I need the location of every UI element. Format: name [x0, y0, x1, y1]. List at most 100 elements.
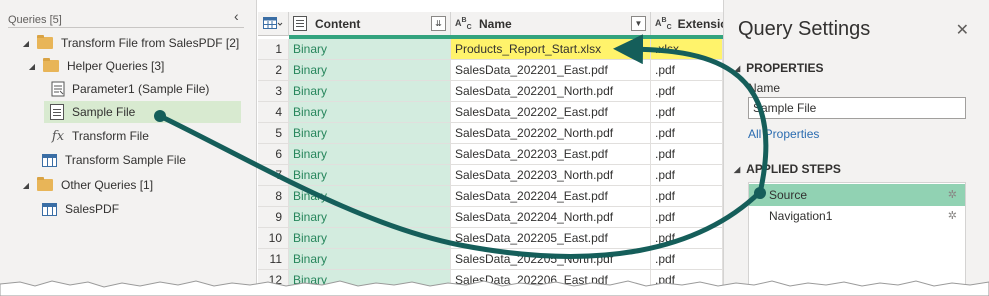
all-properties-link[interactable]: All Properties	[748, 127, 819, 141]
extension-cell[interactable]: .pdf	[651, 144, 723, 165]
extension-cell[interactable]: .pdf	[651, 81, 723, 102]
tree-item-label: SalesPDF	[65, 202, 120, 216]
tree-group-label: Other Queries [1]	[61, 178, 154, 192]
text-type-icon: ABC	[455, 16, 472, 31]
tree-group-helper-queries[interactable]: ◢ Helper Queries [3]	[26, 55, 164, 77]
collapse-triangle-icon[interactable]: ◢	[734, 64, 740, 73]
row-index[interactable]: 11	[258, 249, 289, 270]
name-cell[interactable]: SalesData_202204_East.pdf	[451, 186, 651, 207]
applied-steps-heading: APPLIED STEPS	[746, 162, 841, 176]
filter-dropdown-icon[interactable]: ▼	[631, 16, 646, 31]
properties-heading: PROPERTIES	[746, 61, 824, 75]
column-header-label: Content	[315, 16, 361, 31]
tree-item-label: Transform File	[72, 129, 149, 143]
content-cell[interactable]: Binary	[289, 123, 451, 144]
content-cell[interactable]: Binary	[289, 102, 451, 123]
tree-group-transform-file[interactable]: ◢ Transform File from SalesPDF [2]	[20, 32, 239, 54]
close-icon[interactable]: ✕	[956, 20, 969, 40]
column-header-extension[interactable]: ABC Extension	[651, 12, 723, 36]
row-index[interactable]: 3	[258, 81, 289, 102]
queries-count-label: Queries [5]	[8, 14, 62, 26]
collapse-pane-icon[interactable]: ‹	[234, 8, 248, 24]
extension-cell[interactable]: .pdf	[651, 186, 723, 207]
content-cell[interactable]: Binary	[289, 186, 451, 207]
queries-header: Queries [5] ‹	[8, 8, 244, 28]
name-cell[interactable]: SalesData_202204_North.pdf	[451, 207, 651, 228]
content-cell[interactable]: Binary	[289, 228, 451, 249]
tree-item-parameter1[interactable]: Parameter1 (Sample File)	[50, 78, 209, 100]
expand-triangle-icon[interactable]: ◢	[20, 39, 32, 48]
column-header-label: Name	[479, 16, 512, 31]
name-label: Name	[748, 81, 781, 95]
tree-item-label: Parameter1 (Sample File)	[72, 82, 210, 96]
queries-pane: Queries [5] ‹ ◢ Transform File from Sale…	[0, 0, 257, 296]
tree-item-sample-file[interactable]: Sample File	[44, 101, 241, 123]
row-index[interactable]: 9	[258, 207, 289, 228]
parameter-icon	[50, 81, 66, 97]
tree-item-transform-file[interactable]: fx Transform File	[50, 125, 149, 147]
row-index[interactable]: 5	[258, 123, 289, 144]
row-index[interactable]: 6	[258, 144, 289, 165]
expand-triangle-icon[interactable]: ◢	[20, 181, 32, 190]
tree-group-label: Helper Queries [3]	[67, 59, 165, 73]
expand-binaries-icon[interactable]: ⇊	[431, 16, 446, 31]
step-navigation1[interactable]: Navigation1 ✲	[749, 205, 965, 227]
name-cell[interactable]: SalesData_202201_East.pdf	[451, 60, 651, 81]
content-cell[interactable]: Binary	[289, 81, 451, 102]
extension-cell[interactable]: .pdf	[651, 249, 723, 270]
content-cell[interactable]: Binary	[289, 207, 451, 228]
document-icon	[50, 104, 64, 120]
table-menu-icon	[263, 16, 283, 29]
name-cell[interactable]: SalesData_202203_East.pdf	[451, 144, 651, 165]
function-icon: fx	[51, 128, 65, 144]
column-header-name[interactable]: ABC Name ▼	[451, 12, 651, 36]
name-cell[interactable]: SalesData_202205_North.pdf	[451, 249, 651, 270]
gear-icon[interactable]: ✲	[948, 184, 957, 206]
name-cell[interactable]: SalesData_202203_North.pdf	[451, 165, 651, 186]
content-cell[interactable]: Binary	[289, 165, 451, 186]
content-cell[interactable]: Binary	[289, 144, 451, 165]
name-cell[interactable]: SalesData_202202_North.pdf	[451, 123, 651, 144]
binary-type-icon	[293, 16, 307, 31]
properties-section-header[interactable]: ◢ PROPERTIES	[734, 61, 824, 75]
content-cell[interactable]: Binary	[289, 249, 451, 270]
data-grid: Content ⇊ ABC Name ▼ ABC Extension 1Bina…	[258, 0, 723, 296]
name-cell[interactable]: SalesData_202202_East.pdf	[451, 102, 651, 123]
row-index[interactable]: 10	[258, 228, 289, 249]
row-index[interactable]: 8	[258, 186, 289, 207]
content-cell[interactable]: Binary	[289, 39, 451, 60]
tree-group-other-queries[interactable]: ◢ Other Queries [1]	[20, 174, 153, 196]
gear-icon[interactable]: ✲	[948, 205, 957, 227]
name-cell[interactable]: Products_Report_Start.xlsx	[451, 39, 651, 60]
extension-cell[interactable]: .pdf	[651, 165, 723, 186]
content-cell[interactable]: Binary	[289, 60, 451, 81]
extension-cell[interactable]: .pdf	[651, 228, 723, 249]
query-settings-pane: Query Settings ✕ ◢ PROPERTIES Name All P…	[723, 0, 989, 296]
step-label: Source	[769, 188, 808, 202]
expand-triangle-icon[interactable]: ◢	[26, 62, 38, 71]
extension-cell[interactable]: .pdf	[651, 60, 723, 81]
tree-item-transform-sample-file[interactable]: Transform Sample File	[42, 149, 186, 171]
torn-edge	[0, 280, 989, 296]
extension-cell[interactable]: .pdf	[651, 123, 723, 144]
step-source[interactable]: Source ✲	[749, 184, 965, 206]
extension-cell[interactable]: .pdf	[651, 207, 723, 228]
collapse-triangle-icon[interactable]: ◢	[734, 165, 740, 174]
column-header-content[interactable]: Content ⇊	[289, 12, 451, 36]
tree-item-salespdf[interactable]: SalesPDF	[42, 198, 119, 220]
folder-icon	[37, 177, 53, 191]
applied-steps-section-header[interactable]: ◢ APPLIED STEPS	[734, 162, 841, 176]
row-index[interactable]: 7	[258, 165, 289, 186]
row-index[interactable]: 1	[258, 39, 289, 60]
query-name-input[interactable]	[748, 97, 966, 119]
name-cell[interactable]: SalesData_202201_North.pdf	[451, 81, 651, 102]
row-index[interactable]: 4	[258, 102, 289, 123]
tree-item-label: Transform Sample File	[65, 153, 186, 167]
extension-cell[interactable]: .pdf	[651, 102, 723, 123]
extension-cell[interactable]: .xlsx	[651, 39, 723, 60]
table-menu-button[interactable]	[258, 12, 289, 36]
folder-icon	[37, 35, 53, 49]
name-cell[interactable]: SalesData_202205_East.pdf	[451, 228, 651, 249]
row-index[interactable]: 2	[258, 60, 289, 81]
table-icon	[42, 202, 57, 216]
